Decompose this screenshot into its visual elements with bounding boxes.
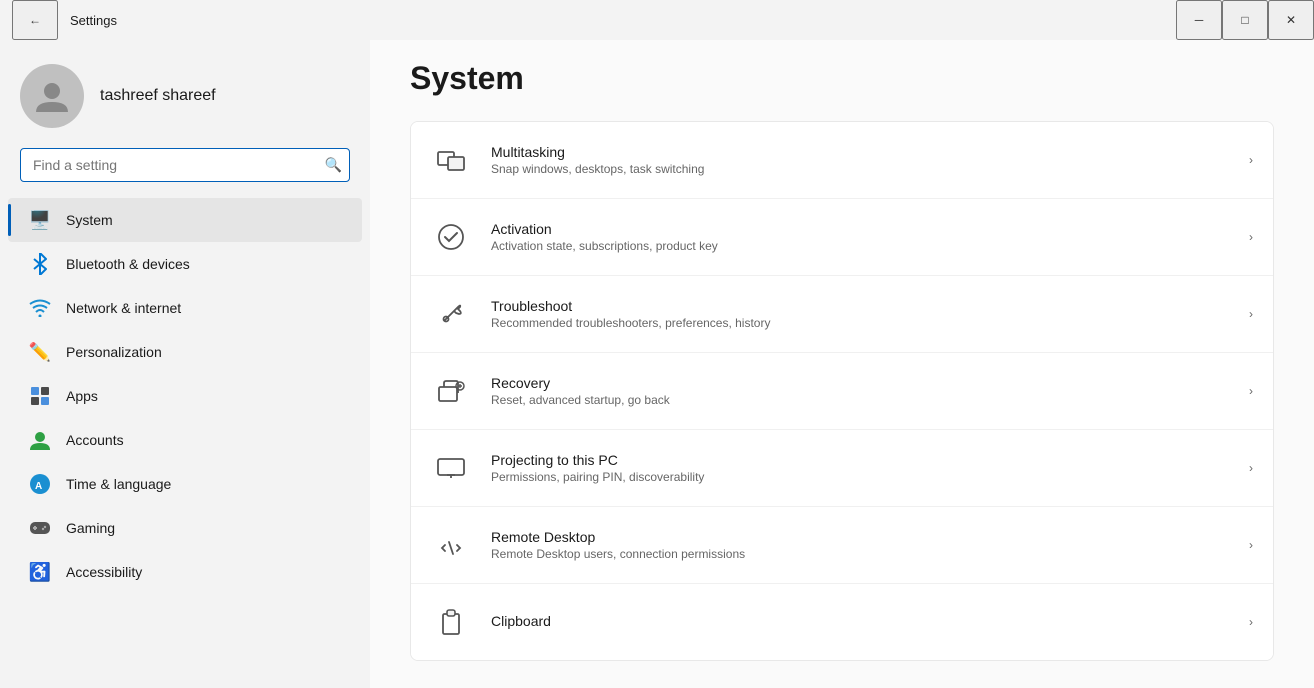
settings-list: Multitasking Snap windows, desktops, tas… [410, 121, 1274, 661]
accounts-icon [28, 428, 52, 452]
titlebar-controls: ─ □ ✕ [1176, 0, 1314, 40]
recovery-icon [431, 371, 471, 411]
sidebar-item-gaming[interactable]: Gaming [8, 506, 362, 550]
back-button[interactable]: ← [12, 0, 58, 40]
clipboard-text: Clipboard [491, 613, 1229, 631]
bluetooth-icon [28, 252, 52, 276]
maximize-button[interactable]: □ [1222, 0, 1268, 40]
multitasking-text: Multitasking Snap windows, desktops, tas… [491, 144, 1229, 176]
sidebar-item-accounts[interactable]: Accounts [8, 418, 362, 462]
activation-title: Activation [491, 221, 1229, 237]
settings-item-recovery[interactable]: Recovery Reset, advanced startup, go bac… [411, 353, 1273, 430]
time-icon: A [28, 472, 52, 496]
multitasking-title: Multitasking [491, 144, 1229, 160]
troubleshoot-text: Troubleshoot Recommended troubleshooters… [491, 298, 1229, 330]
network-icon [28, 296, 52, 320]
search-button[interactable]: 🔍 [325, 157, 342, 174]
clipboard-icon [431, 602, 471, 642]
sidebar-item-label: Time & language [66, 476, 171, 492]
system-icon: 🖥️ [28, 208, 52, 232]
settings-item-multitasking[interactable]: Multitasking Snap windows, desktops, tas… [411, 122, 1273, 199]
close-button[interactable]: ✕ [1268, 0, 1314, 40]
sidebar-item-bluetooth[interactable]: Bluetooth & devices [8, 242, 362, 286]
titlebar: ← Settings ─ □ ✕ [0, 0, 1314, 40]
sidebar-item-label: System [66, 212, 113, 228]
avatar [20, 64, 84, 128]
titlebar-title: Settings [70, 13, 117, 28]
app-container: tashreef shareef 🔍 🖥️ System Bluetooth &… [0, 40, 1314, 688]
sidebar-item-label: Accounts [66, 432, 124, 448]
personalization-icon: ✏️ [28, 340, 52, 364]
sidebar-item-label: Personalization [66, 344, 162, 360]
remote-desktop-chevron: › [1249, 538, 1253, 552]
sidebar-item-network[interactable]: Network & internet [8, 286, 362, 330]
sidebar-item-label: Accessibility [66, 564, 142, 580]
settings-item-troubleshoot[interactable]: Troubleshoot Recommended troubleshooters… [411, 276, 1273, 353]
user-profile[interactable]: tashreef shareef [0, 40, 370, 148]
sidebar-item-system[interactable]: 🖥️ System [8, 198, 362, 242]
clipboard-chevron: › [1249, 615, 1253, 629]
multitasking-chevron: › [1249, 153, 1253, 167]
recovery-title: Recovery [491, 375, 1229, 391]
settings-item-remote-desktop[interactable]: Remote Desktop Remote Desktop users, con… [411, 507, 1273, 584]
projecting-text: Projecting to this PC Permissions, pairi… [491, 452, 1229, 484]
activation-desc: Activation state, subscriptions, product… [491, 239, 1229, 253]
remote-desktop-title: Remote Desktop [491, 529, 1229, 545]
troubleshoot-chevron: › [1249, 307, 1253, 321]
projecting-icon [431, 448, 471, 488]
sidebar-item-accessibility[interactable]: ♿ Accessibility [8, 550, 362, 594]
multitasking-icon [431, 140, 471, 180]
accessibility-icon: ♿ [28, 560, 52, 584]
apps-icon [28, 384, 52, 408]
projecting-chevron: › [1249, 461, 1253, 475]
troubleshoot-icon [431, 294, 471, 334]
svg-text:A: A [35, 481, 42, 492]
sidebar-item-label: Network & internet [66, 300, 181, 316]
settings-item-activation[interactable]: Activation Activation state, subscriptio… [411, 199, 1273, 276]
titlebar-left: ← Settings [12, 0, 117, 40]
recovery-chevron: › [1249, 384, 1253, 398]
sidebar-item-label: Gaming [66, 520, 115, 536]
search-input[interactable] [20, 148, 350, 182]
activation-text: Activation Activation state, subscriptio… [491, 221, 1229, 253]
sidebar-item-personalization[interactable]: ✏️ Personalization [8, 330, 362, 374]
projecting-desc: Permissions, pairing PIN, discoverabilit… [491, 470, 1229, 484]
clipboard-title: Clipboard [491, 613, 1229, 629]
sidebar-item-time[interactable]: A Time & language [8, 462, 362, 506]
remote-desktop-desc: Remote Desktop users, connection permiss… [491, 547, 1229, 561]
settings-item-projecting[interactable]: Projecting to this PC Permissions, pairi… [411, 430, 1273, 507]
settings-item-clipboard[interactable]: Clipboard › [411, 584, 1273, 660]
minimize-button[interactable]: ─ [1176, 0, 1222, 40]
page-title: System [410, 60, 1274, 97]
user-name: tashreef shareef [100, 87, 216, 105]
sidebar-item-label: Bluetooth & devices [66, 256, 190, 272]
remote-desktop-icon [431, 525, 471, 565]
recovery-text: Recovery Reset, advanced startup, go bac… [491, 375, 1229, 407]
activation-chevron: › [1249, 230, 1253, 244]
sidebar-item-apps[interactable]: Apps [8, 374, 362, 418]
activation-icon [431, 217, 471, 257]
sidebar-item-label: Apps [66, 388, 98, 404]
recovery-desc: Reset, advanced startup, go back [491, 393, 1229, 407]
gaming-icon [28, 516, 52, 540]
sidebar: tashreef shareef 🔍 🖥️ System Bluetooth &… [0, 40, 370, 688]
troubleshoot-desc: Recommended troubleshooters, preferences… [491, 316, 1229, 330]
search-box: 🔍 [20, 148, 350, 182]
remote-desktop-text: Remote Desktop Remote Desktop users, con… [491, 529, 1229, 561]
multitasking-desc: Snap windows, desktops, task switching [491, 162, 1229, 176]
troubleshoot-title: Troubleshoot [491, 298, 1229, 314]
sidebar-nav: 🖥️ System Bluetooth & devices [0, 198, 370, 594]
content-area: System Multitasking Snap windows, deskto… [370, 40, 1314, 688]
projecting-title: Projecting to this PC [491, 452, 1229, 468]
